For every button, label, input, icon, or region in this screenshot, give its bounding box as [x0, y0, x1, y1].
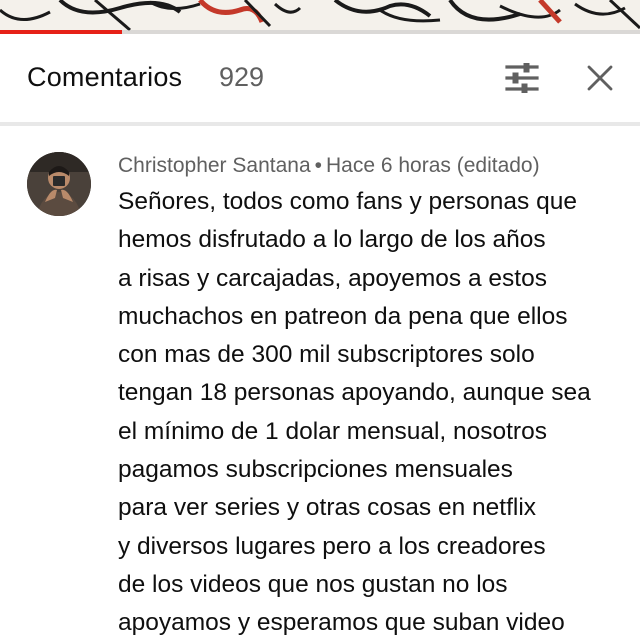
- comment-timestamp: Hace 6 horas (editado): [325, 154, 540, 177]
- comment-text-line: el mínimo de 1 dolar mensual, nosotros: [118, 417, 547, 445]
- comment-text-line: y diversos lugares pero a los creadores: [118, 532, 546, 560]
- meta-separator: •: [314, 154, 322, 177]
- user-photo-icon: [27, 152, 91, 216]
- close-icon: [587, 65, 613, 91]
- sort-comments-button[interactable]: [502, 58, 542, 98]
- comment-text-line: con mas de 300 mil subscriptores solo: [118, 341, 535, 369]
- comment-text-line: hemos disfrutado a lo largo de los años: [118, 226, 546, 254]
- comment-text-line: a risas y carcajadas, apoyemos a estos: [118, 264, 547, 292]
- comment-text-line: pagamos subscripciones mensuales: [118, 456, 513, 484]
- comments-count: 929: [219, 62, 265, 92]
- comment-text-line: tengan 18 personas apoyando, aunque sea: [118, 379, 591, 407]
- avatar[interactable]: [27, 152, 91, 216]
- video-frame-illustration: [0, 0, 640, 34]
- close-comments-button[interactable]: [580, 58, 620, 98]
- comment-text-line: apoyamos y esperamos que suban video: [118, 609, 565, 637]
- comment-text-line: para ver series y otras cosas en netflix: [118, 494, 537, 522]
- comments-header: Comentarios 929: [0, 34, 640, 122]
- comment-text-line: de los videos que nos gustan no los: [118, 570, 508, 598]
- comments-screen: Comentarios 929 Christopher Santana • Ha…: [0, 0, 640, 640]
- sort-filter-icon: [505, 63, 539, 93]
- comment-text-line: Señores, todos como fans y personas que: [118, 188, 577, 215]
- comment-item: Christopher Santana • Hace 6 horas (editad…: [0, 126, 640, 640]
- comment-text-line: muchachos en patreon da pena que ellos: [118, 302, 568, 330]
- comment-author[interactable]: Christopher Santana: [118, 154, 311, 177]
- comments-title: Comentarios: [27, 62, 183, 92]
- video-player[interactable]: [0, 0, 640, 34]
- comment-text: Señores, todos como fans y personas que …: [118, 183, 628, 640]
- comment-meta: Christopher Santana • Hace 6 horas (editad…: [118, 154, 540, 178]
